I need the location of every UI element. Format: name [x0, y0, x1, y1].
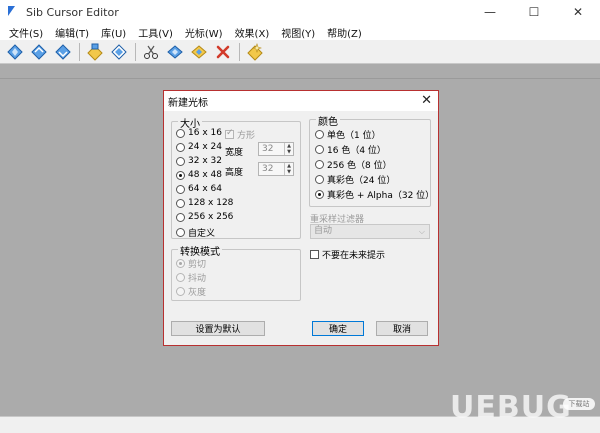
set-default-button[interactable]: 设置为默认	[171, 321, 265, 336]
maximize-button[interactable]: ☐	[512, 0, 556, 24]
square-checkbox[interactable]: 方形	[225, 128, 255, 141]
minimize-button[interactable]: —	[468, 0, 512, 24]
dont-show-checkbox[interactable]: 不要在未来提示	[310, 248, 385, 261]
menu-bar: 文件(S) 编辑(T) 库(U) 工具(V) 光标(W) 效果(X) 视图(Y)…	[0, 24, 600, 40]
size-radio-custom[interactable]: 自定义	[176, 226, 215, 239]
size-radio-128[interactable]: 128 x 128	[176, 198, 233, 208]
menu-tools[interactable]: 工具(V)	[132, 25, 179, 40]
size-radio-32[interactable]: 32 x 32	[176, 156, 222, 166]
title-bar: Sib Cursor Editor — ☐ ✕	[0, 0, 600, 24]
color-radio-4bit[interactable]: 16 色（4 位）	[315, 143, 386, 156]
menu-library[interactable]: 库(U)	[95, 25, 132, 40]
convert-radio-clip[interactable]: 剪切	[176, 257, 206, 270]
chevron-down-icon: ⌵	[418, 227, 425, 236]
copy-icon[interactable]	[165, 42, 185, 62]
dialog-title: 新建光标	[168, 97, 208, 109]
color-radio-32bit[interactable]: 真彩色 + Alpha（32 位）	[315, 188, 434, 201]
import-icon[interactable]	[109, 42, 129, 62]
delete-icon[interactable]	[213, 42, 233, 62]
toolbar-separator	[79, 42, 80, 61]
toolbar-separator	[239, 42, 240, 61]
convert-radio-gray[interactable]: 灰度	[176, 285, 206, 298]
color-radio-8bit[interactable]: 256 色（8 位）	[315, 158, 392, 171]
size-radio-48[interactable]: 48 x 48	[176, 170, 222, 180]
color-group-label: 颜色	[316, 113, 340, 128]
save-icon[interactable]	[53, 42, 73, 62]
app-cursor-icon	[6, 5, 20, 19]
new-icon[interactable]	[5, 42, 25, 62]
cut-icon[interactable]	[141, 42, 161, 62]
window-title: Sib Cursor Editor	[26, 5, 119, 19]
size-radio-24[interactable]: 24 x 24	[176, 142, 222, 152]
watermark-logo: UEBUG	[450, 390, 572, 425]
dialog-title-bar: 新建光标 ✕	[164, 91, 438, 111]
effect-icon[interactable]	[245, 42, 265, 62]
watermark-tag: 下载站	[563, 398, 595, 410]
size-radio-64[interactable]: 64 x 64	[176, 184, 222, 194]
color-radio-1bit[interactable]: 单色（1 位）	[315, 128, 381, 141]
menu-edit[interactable]: 编辑(T)	[49, 25, 95, 40]
menu-cursor[interactable]: 光标(W)	[179, 25, 229, 40]
convert-group-label: 转换模式	[178, 243, 222, 258]
color-radio-24bit[interactable]: 真彩色（24 位）	[315, 173, 395, 186]
paste-icon[interactable]	[189, 42, 209, 62]
resample-select[interactable]: 自动 ⌵	[310, 224, 430, 239]
cancel-button[interactable]: 取消	[376, 321, 428, 336]
close-icon[interactable]: ✕	[421, 93, 432, 108]
new-cursor-dialog: 新建光标 ✕ 大小 16 x 16 24 x 24 32 x 32 48 x 4…	[163, 90, 439, 346]
width-label: 宽度	[225, 148, 244, 158]
open-icon[interactable]	[29, 42, 49, 62]
menu-effects[interactable]: 效果(X)	[229, 25, 276, 40]
menu-view[interactable]: 视图(Y)	[275, 25, 321, 40]
toolbar-separator	[135, 42, 136, 61]
menu-help[interactable]: 帮助(Z)	[321, 25, 368, 40]
width-stepper[interactable]: 32 ▲ ▼	[258, 142, 294, 156]
menu-file[interactable]: 文件(S)	[3, 25, 49, 40]
convert-radio-dither[interactable]: 抖动	[176, 271, 206, 284]
export-icon[interactable]	[85, 42, 105, 62]
window-controls: — ☐ ✕	[468, 0, 600, 24]
toolbar	[0, 40, 600, 64]
ok-button[interactable]: 确定	[312, 321, 364, 336]
height-stepper[interactable]: 32 ▲ ▼	[258, 162, 294, 176]
height-label: 高度	[225, 168, 244, 178]
size-radio-16[interactable]: 16 x 16	[176, 128, 222, 138]
close-button[interactable]: ✕	[556, 0, 600, 24]
size-radio-256[interactable]: 256 x 256	[176, 212, 233, 222]
